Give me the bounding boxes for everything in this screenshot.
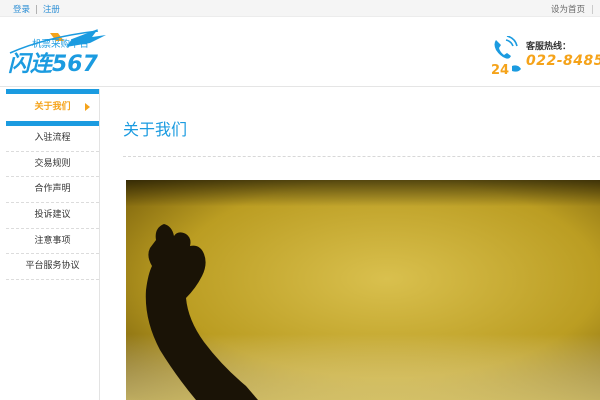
register-link[interactable]: 注册 <box>43 5 60 15</box>
sidebar-item-service-agreement[interactable]: 平台服务协议 <box>6 254 99 281</box>
hero-image <box>126 180 600 400</box>
page-title: 关于我们 <box>123 120 188 139</box>
phone-icon: 24 <box>491 36 521 76</box>
sidebar-item-label: 关于我们 <box>34 102 71 112</box>
hotline-badge: 24 <box>491 63 509 76</box>
site-header: 机票采购平台 闪连567 24 客服热线： 022-84858 <box>0 18 600 87</box>
sidebar-item-trading-rules[interactable]: 交易规则 <box>6 152 99 178</box>
top-bar: 登录|注册 设为首页|加 <box>0 0 600 17</box>
set-homepage-link[interactable]: 设为首页 <box>551 5 585 15</box>
separator: | <box>591 5 594 15</box>
sidebar-item-notes[interactable]: 注意事项 <box>6 229 99 255</box>
top-right-links: 设为首页|加 <box>551 3 600 15</box>
hotline-number: 022-84858 <box>526 53 600 69</box>
sidebar-item-about-us[interactable]: 关于我们 <box>6 94 99 121</box>
sidebar-item-cooperation-statement[interactable]: 合作声明 <box>6 177 99 204</box>
title-divider <box>123 156 600 157</box>
logo-tagline: 机票采购平台 <box>32 38 89 50</box>
hotline-label: 客服热线： <box>526 42 572 52</box>
sidebar-item-complaints[interactable]: 投诉建议 <box>6 203 99 229</box>
triangle-right-icon <box>85 103 90 111</box>
auth-links: 登录 | 注册 <box>13 3 60 15</box>
sidebar-item-entry-process[interactable]: 入驻流程 <box>6 126 99 152</box>
site-logo[interactable]: 机票采购平台 闪连567 <box>6 23 116 79</box>
login-link[interactable]: 登录 <box>13 5 30 15</box>
customer-hotline: 24 客服热线： 022-84858 <box>490 36 600 76</box>
sidebar: 关于我们 入驻流程 交易规则 合作声明 投诉建议 注意事项 平台服务协议 <box>6 89 100 400</box>
separator: | <box>35 5 38 15</box>
